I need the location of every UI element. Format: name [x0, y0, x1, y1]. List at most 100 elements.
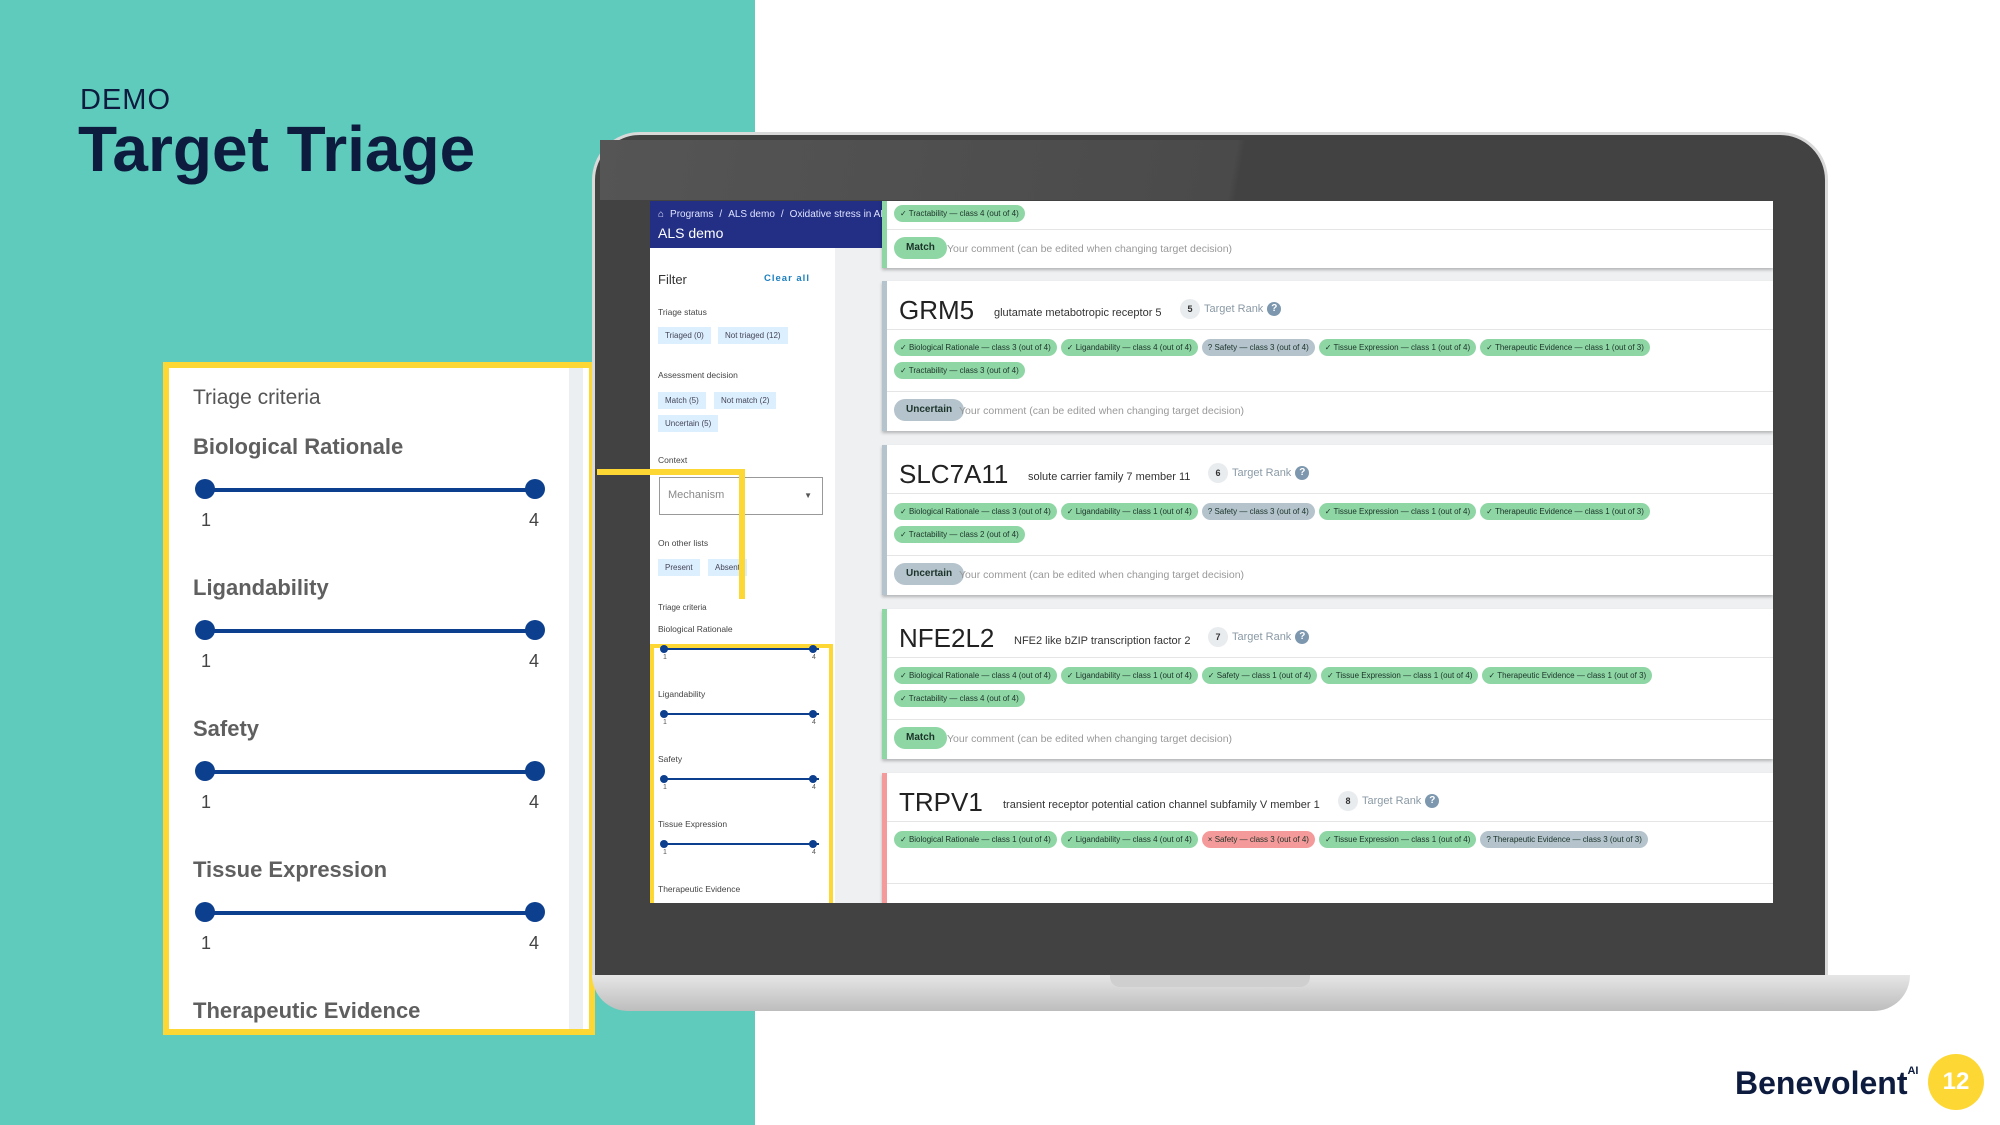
criteria-chips: ✓ Biological Rationale — class 4 (out of…: [894, 667, 1769, 707]
context-label: Context: [658, 455, 688, 465]
slider-track[interactable]: [205, 911, 535, 915]
breadcrumb: ⌂ Programs / ALS demo / Oxidative stress in A…: [658, 209, 907, 220]
x-circle-icon: ×: [1207, 835, 1215, 844]
criterion-slider-group: Therapeutic Evidence: [193, 998, 553, 1118]
criterion-label: Therapeutic Evidence: [658, 884, 741, 894]
slider-min-handle[interactable]: [660, 710, 668, 718]
slider-max-handle[interactable]: [809, 840, 817, 848]
slider-min-label: 1: [663, 849, 667, 856]
criterion-slider[interactable]: 14: [659, 835, 819, 865]
decision-badge[interactable]: Match: [894, 727, 947, 749]
slider-max-handle[interactable]: [525, 479, 545, 499]
slider-track[interactable]: [663, 713, 819, 715]
breadcrumb-item[interactable]: ALS demo: [728, 209, 775, 220]
slider-min-handle[interactable]: [195, 479, 215, 499]
comment-field[interactable]: Your comment (can be edited when changin…: [959, 405, 1244, 417]
help-icon[interactable]: ?: [1295, 630, 1310, 644]
criterion-slider-group: Ligandability 1 4: [193, 575, 553, 695]
check-circle-icon: ✓: [900, 694, 909, 703]
filter-chip-present[interactable]: Present: [658, 559, 700, 576]
criterion-label: Ligandability: [193, 575, 329, 600]
slider-min-handle[interactable]: [195, 902, 215, 922]
help-icon[interactable]: ?: [1267, 302, 1282, 316]
check-circle-icon: ✓: [1324, 835, 1334, 844]
connector-line: [739, 469, 745, 599]
filter-chip-uncertain[interactable]: Uncertain (5): [658, 415, 719, 432]
chip-label: Biological Rationale — class 3 (out of 4…: [908, 507, 1051, 516]
slider-min-handle[interactable]: [660, 645, 668, 653]
check-circle-icon: ✓: [900, 835, 909, 844]
slider-min-handle[interactable]: [195, 620, 215, 640]
criterion-chip: ✓ Ligandability — class 4 (out of 4): [1060, 831, 1198, 848]
breadcrumb-item[interactable]: Programs: [670, 209, 713, 220]
slider-track[interactable]: [663, 648, 819, 650]
criterion-slider[interactable]: 14: [659, 640, 819, 670]
breadcrumb-item[interactable]: Oxidative stress in ALS: [790, 209, 893, 220]
gene-symbol[interactable]: SLC7A11: [899, 459, 1008, 490]
slider-track[interactable]: [663, 778, 819, 780]
slider-max-handle[interactable]: [525, 620, 545, 640]
criteria-chips: ✓ Tractability — class 4 (out of 4): [894, 205, 1769, 222]
check-circle-icon: ✓: [900, 366, 909, 375]
slider-track[interactable]: [663, 843, 819, 845]
slider-max-handle[interactable]: [809, 775, 817, 783]
filter-chip-not-match[interactable]: Not match (2): [714, 392, 777, 409]
chip-label: Tissue Expression — class 1 (out of 4): [1333, 343, 1471, 352]
slider-min-handle[interactable]: [660, 840, 668, 848]
comment-field[interactable]: Your comment (can be edited when changin…: [947, 243, 1232, 255]
chip-label: Therapeutic Evidence — class 1 (out of 3…: [1494, 507, 1644, 516]
slider-min-handle[interactable]: [660, 775, 668, 783]
comment-field[interactable]: Your comment (can be edited when changin…: [947, 733, 1232, 745]
clear-all-link[interactable]: Clear all: [764, 273, 810, 284]
target-card: SLC7A11 solute carrier family 7 member 11…: [882, 445, 1773, 595]
rank-label: Target Rank: [1362, 795, 1422, 807]
filter-chip-match[interactable]: Match (5): [658, 392, 706, 409]
criterion-chip: ✓ Tractability — class 3 (out of 4): [894, 362, 1025, 379]
criterion-label: Safety: [658, 754, 683, 764]
slider-max-handle[interactable]: [525, 902, 545, 922]
slider-max-handle[interactable]: [525, 761, 545, 781]
criterion-chip: ✓ Biological Rationale — class 1 (out of…: [894, 831, 1057, 848]
home-icon[interactable]: ⌂: [658, 209, 664, 220]
help-icon[interactable]: ?: [1295, 466, 1310, 480]
criterion-slider[interactable]: 14: [659, 705, 819, 735]
criterion-chip: ✓ Tissue Expression — class 1 (out of 4): [1318, 831, 1477, 848]
slider-track[interactable]: [205, 770, 535, 774]
check-circle-icon: ✓: [900, 507, 909, 516]
slider-max-handle[interactable]: [809, 710, 817, 718]
filter-chip-triaged[interactable]: Triaged (0): [658, 327, 711, 344]
gene-name: NFE2 like bZIP transcription factor 2: [1014, 635, 1191, 647]
app-screen: ⌂ Programs / ALS demo / Oxidative stress in A…: [650, 201, 1773, 903]
criterion-slider-group: Tissue Expression 1 4: [193, 857, 553, 977]
slider-track[interactable]: [205, 629, 535, 633]
gene-name: glutamate metabotropic receptor 5: [994, 307, 1162, 319]
chip-label: Tractability — class 4 (out of 4): [908, 209, 1019, 218]
comment-field[interactable]: Your comment (can be edited when changin…: [959, 569, 1244, 581]
slider-max-handle[interactable]: [809, 645, 817, 653]
slider-min-handle[interactable]: [195, 761, 215, 781]
gene-symbol[interactable]: NFE2L2: [899, 623, 994, 654]
criterion-chip: ✓ Therapeutic Evidence — class 1 (out of…: [1482, 667, 1653, 684]
chip-label: Tissue Expression — class 1 (out of 4): [1333, 507, 1471, 516]
scrollbar[interactable]: [569, 368, 583, 1029]
slider-track[interactable]: [205, 488, 535, 492]
gene-symbol[interactable]: TRPV1: [899, 787, 983, 818]
criterion-slider-group: Safety 1 4: [193, 716, 553, 836]
criterion-label: Tissue Expression: [193, 857, 388, 882]
triage-status-label: Triage status: [658, 307, 707, 317]
slider-min-label: 1: [201, 792, 212, 812]
decision-badge[interactable]: Uncertain: [894, 563, 965, 585]
filter-chip-not-triaged[interactable]: Not triaged (12): [718, 327, 788, 344]
divider: [887, 493, 1773, 494]
decision-badge[interactable]: Match: [894, 237, 947, 259]
decision-badge[interactable]: Uncertain: [894, 399, 965, 421]
help-icon[interactable]: ?: [1425, 794, 1440, 808]
target-card: NFE2L2 NFE2 like bZIP transcription facto…: [882, 609, 1773, 759]
gene-symbol[interactable]: GRM5: [899, 295, 974, 326]
rank-badge: 5: [1180, 299, 1200, 319]
divider: [887, 821, 1773, 822]
chip-label: Safety — class 3 (out of 4): [1214, 507, 1309, 516]
check-circle-icon: ✓: [1066, 507, 1076, 516]
chip-label: Ligandability — class 1 (out of 4): [1075, 671, 1192, 680]
criterion-slider[interactable]: 14: [659, 770, 819, 800]
